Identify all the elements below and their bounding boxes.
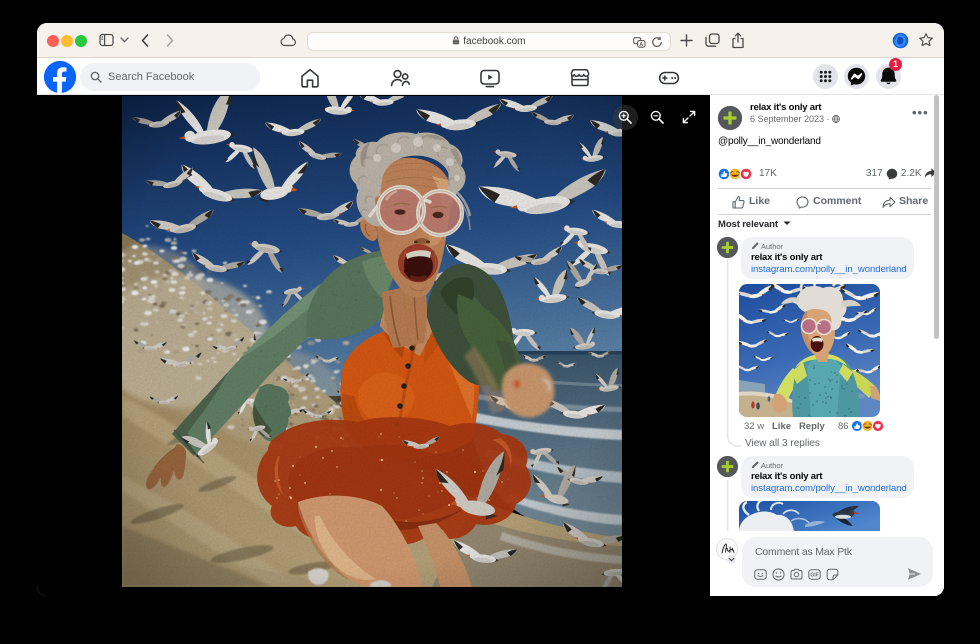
- svg-text:GIF: GIF: [810, 573, 818, 579]
- svg-text:A: A: [639, 41, 643, 47]
